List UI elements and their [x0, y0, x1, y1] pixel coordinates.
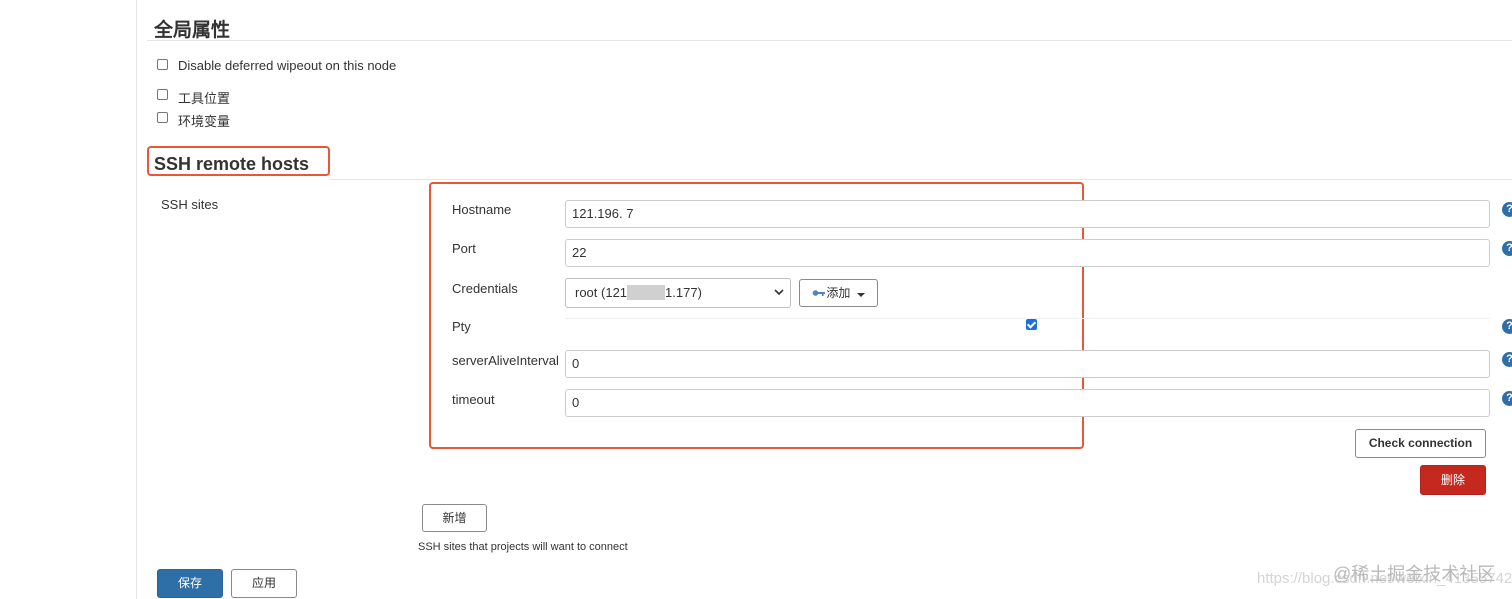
timeout-input[interactable]: 0 — [565, 389, 1490, 417]
ssh-sites-label: SSH sites — [161, 197, 219, 212]
watermark-brand: @稀土掘金技术社区 — [1333, 564, 1496, 584]
credentials-value-suffix: 1.177) — [665, 285, 702, 300]
caret-down-icon — [856, 281, 865, 307]
help-icon[interactable]: ? — [1502, 352, 1512, 367]
port-label: Port — [452, 241, 476, 256]
left-sidebar-edge — [0, 0, 137, 599]
tool-locations-label: 工具位置 — [178, 91, 231, 106]
ssh-section-divider — [330, 179, 1512, 180]
add-credentials-button[interactable]: 添加 — [799, 279, 878, 307]
delete-site-button[interactable]: 删除 — [1420, 465, 1486, 495]
help-icon[interactable]: ? — [1502, 241, 1512, 256]
help-icon[interactable]: ? — [1502, 202, 1512, 217]
section-divider — [147, 40, 1512, 41]
server-alive-interval-label: serverAliveInterval — [452, 353, 559, 368]
environment-variables-checkbox[interactable] — [157, 112, 168, 123]
credentials-value-prefix: root (121 — [575, 285, 628, 300]
port-input[interactable]: 22 — [565, 239, 1490, 267]
help-icon[interactable]: ? — [1502, 391, 1512, 406]
server-alive-interval-input[interactable]: 0 — [565, 350, 1490, 378]
pty-label: Pty — [452, 319, 471, 334]
key-icon — [812, 281, 826, 307]
apply-button[interactable]: 应用 — [231, 569, 297, 598]
add-credentials-label: 添加 — [826, 286, 851, 300]
credentials-select[interactable]: root (121 1.177) — [565, 278, 791, 308]
tool-locations-checkbox[interactable] — [157, 89, 168, 100]
environment-variables-label: 环境变量 — [178, 114, 231, 129]
pty-row-separator — [565, 318, 1490, 319]
global-properties-heading: 全局属性 — [154, 20, 231, 41]
add-ssh-site-button[interactable]: 新增 — [422, 504, 487, 532]
disable-deferred-wipeout-label: Disable deferred wipeout on this node — [178, 58, 397, 73]
credentials-label: Credentials — [452, 281, 518, 296]
help-icon[interactable]: ? — [1502, 319, 1512, 334]
save-button[interactable]: 保存 — [157, 569, 223, 598]
redacted-ip-block — [627, 285, 666, 301]
hostname-input[interactable]: 121.196. 7 — [565, 200, 1490, 228]
check-connection-button[interactable]: Check connection — [1355, 429, 1486, 458]
chevron-down-icon — [774, 279, 784, 318]
disable-deferred-wipeout-checkbox[interactable] — [157, 59, 168, 70]
pty-checkbox[interactable] — [1026, 319, 1037, 330]
hostname-label: Hostname — [452, 202, 512, 217]
ssh-remote-hosts-heading: SSH remote hosts — [154, 154, 310, 174]
timeout-label: timeout — [452, 392, 495, 407]
ssh-sites-description: SSH sites that projects will want to con… — [418, 541, 628, 553]
